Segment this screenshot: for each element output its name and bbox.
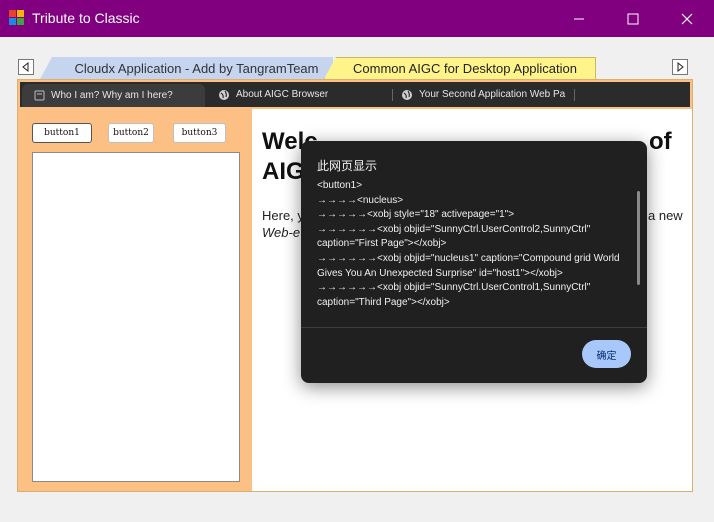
dialog-title: 此网页显示 bbox=[317, 159, 378, 173]
window-title: Tribute to Classic bbox=[32, 10, 140, 26]
message-line: →→→→→<xobj style="18" activepage="1"> bbox=[317, 209, 515, 221]
scroll-right-button[interactable] bbox=[672, 59, 688, 75]
app-grid-icon bbox=[9, 10, 25, 26]
tab-divider bbox=[574, 89, 575, 101]
dialog-scrollbar[interactable] bbox=[637, 191, 640, 285]
message-line: →→→→→→<xobj objid="SunnyCtrl.UserControl… bbox=[317, 223, 591, 250]
message-line: <button1> bbox=[317, 180, 363, 191]
button2[interactable]: button2 bbox=[108, 123, 154, 143]
message-line: →→→→→→<xobj objid="nucleus1" caption="Co… bbox=[317, 252, 620, 279]
maximize-icon bbox=[627, 13, 639, 24]
minimize-icon bbox=[574, 18, 584, 19]
browser-tab-who-am-i[interactable]: Who I am? Why am I here? bbox=[22, 84, 205, 107]
scroll-left-button[interactable] bbox=[18, 59, 34, 75]
browser-tab-second-application[interactable]: Your Second Application Web Pa bbox=[393, 82, 575, 107]
button3[interactable]: button3 bbox=[173, 123, 226, 143]
browser-tab-label: About AIGC Browser bbox=[236, 89, 329, 100]
button1[interactable]: button1 bbox=[32, 123, 92, 143]
ok-button[interactable]: 确定 bbox=[582, 340, 631, 368]
globe-icon bbox=[401, 89, 413, 101]
maximize-button[interactable] bbox=[610, 0, 656, 37]
message-line: →→→→<nucleus> bbox=[317, 194, 404, 206]
tab-common-aigc[interactable]: Common AIGC for Desktop Application bbox=[324, 57, 596, 79]
minimize-button[interactable] bbox=[556, 0, 602, 37]
close-button[interactable] bbox=[664, 0, 710, 37]
outer-tab-strip: Cloudx Application - Add by TangramTeam … bbox=[0, 37, 714, 81]
para-line1-end: a new bbox=[648, 208, 683, 223]
globe-icon bbox=[218, 89, 230, 101]
title-bar[interactable]: Tribute to Classic bbox=[0, 0, 714, 37]
para-line1-start: Here, y bbox=[262, 208, 304, 223]
browser-tab-label: Who I am? Why am I here? bbox=[51, 90, 173, 101]
tab-cloudx-application[interactable]: Cloudx Application - Add by TangramTeam bbox=[40, 57, 333, 79]
close-icon bbox=[681, 13, 693, 24]
list-box[interactable] bbox=[32, 152, 240, 482]
browser-tab-bar: Who I am? Why am I here? About AIGC Brow… bbox=[20, 82, 690, 107]
para-line2-start: Web-e bbox=[262, 225, 301, 240]
browser-tab-about-aigc[interactable]: About AIGC Browser bbox=[210, 82, 390, 107]
arrow-left-icon bbox=[22, 62, 29, 72]
arrow-right-icon bbox=[677, 62, 684, 72]
browser-tab-label: Your Second Application Web Pa bbox=[419, 89, 566, 100]
message-line: →→→→→→<xobj objid="SunnyCtrl.UserControl… bbox=[317, 282, 591, 308]
dialog-divider bbox=[301, 327, 647, 328]
left-panel: button1 button2 button3 bbox=[20, 109, 248, 491]
alert-dialog: 此网页显示 <button1> →→→→<nucleus> →→→→→<xobj… bbox=[301, 141, 647, 383]
heading-end: of bbox=[649, 128, 672, 155]
heading-line2: AIG bbox=[262, 158, 305, 185]
dialog-message[interactable]: <button1> →→→→<nucleus> →→→→→<xobj style… bbox=[317, 179, 631, 325]
page-icon bbox=[34, 90, 45, 101]
